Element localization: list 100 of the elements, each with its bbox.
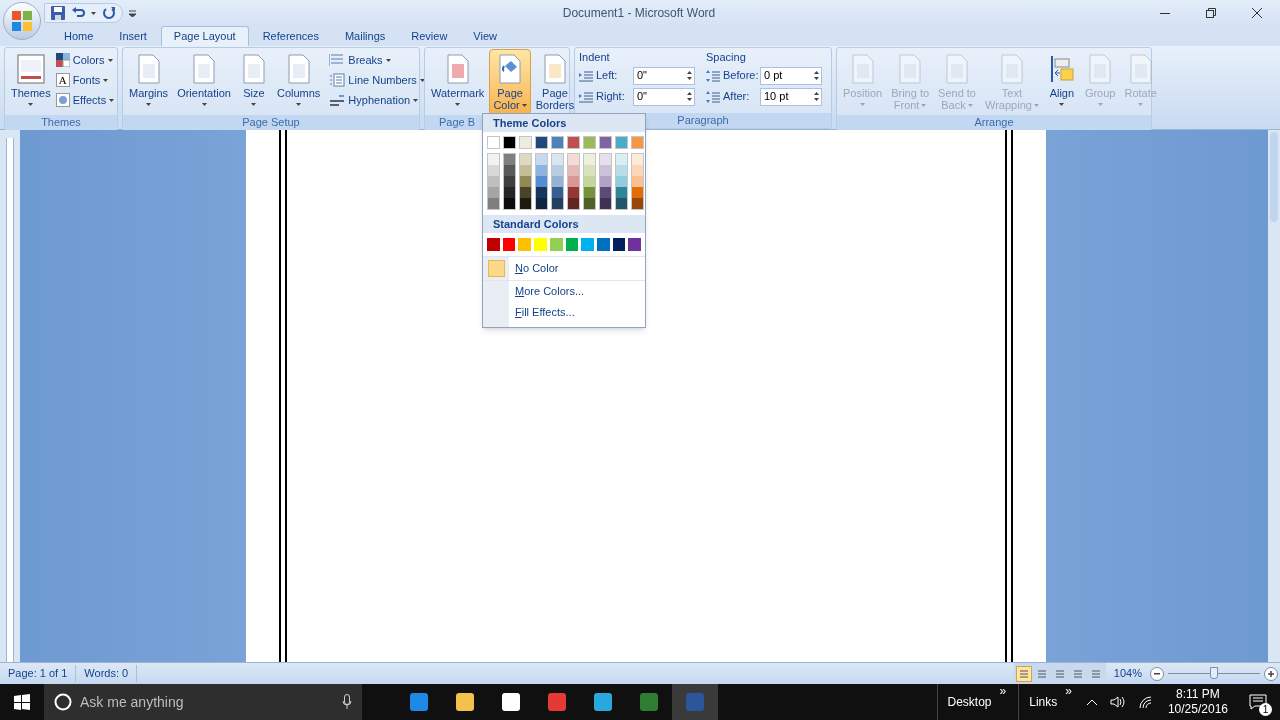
color-swatch[interactable] <box>616 198 627 209</box>
color-swatch[interactable] <box>616 187 627 198</box>
toolbar-chevron[interactable]: » <box>1065 684 1072 698</box>
color-swatch[interactable] <box>536 187 547 198</box>
ribbon-button[interactable]: Page Color <box>489 49 531 115</box>
color-swatch[interactable] <box>600 176 611 187</box>
color-swatch[interactable] <box>504 198 515 209</box>
color-swatch[interactable] <box>599 136 612 149</box>
color-swatch[interactable] <box>568 198 579 209</box>
undo-icon[interactable] <box>71 6 85 20</box>
color-swatch[interactable] <box>552 165 563 176</box>
spinner-icon[interactable] <box>814 70 819 81</box>
zoom-out-button[interactable] <box>1150 666 1164 681</box>
ribbon-button[interactable]: Columns <box>272 49 325 115</box>
color-swatch[interactable] <box>488 154 499 165</box>
color-swatch[interactable] <box>549 238 563 251</box>
color-swatch[interactable] <box>534 238 547 251</box>
color-swatch[interactable] <box>584 154 595 165</box>
ribbon-small-button[interactable]: Effects <box>55 90 115 110</box>
toolbar-label[interactable]: Links <box>1029 684 1058 720</box>
ribbon-button[interactable]: Margins <box>125 49 173 115</box>
ribbon-button[interactable]: Size <box>235 49 272 115</box>
color-swatch[interactable] <box>488 198 499 209</box>
ribbon-small-button[interactable]: A Fonts <box>55 70 115 90</box>
color-swatch[interactable] <box>584 165 595 176</box>
chevron-up-icon[interactable] <box>1085 698 1098 706</box>
color-swatch[interactable] <box>487 238 500 251</box>
color-swatch[interactable] <box>536 154 547 165</box>
wifi-icon[interactable] <box>1137 695 1154 709</box>
spin-field[interactable]: 0" <box>633 87 695 106</box>
zoom-slider-thumb[interactable] <box>1210 667 1218 679</box>
ribbon-small-button[interactable]: Line Numbers <box>329 70 425 90</box>
color-swatch[interactable] <box>568 187 579 198</box>
color-swatch[interactable] <box>536 165 547 176</box>
ribbon-button[interactable]: Align <box>1043 49 1080 115</box>
color-swatch[interactable] <box>628 238 642 251</box>
color-swatch[interactable] <box>568 165 579 176</box>
view-button[interactable] <box>1015 665 1032 682</box>
color-swatch[interactable] <box>504 165 515 176</box>
ribbon-button[interactable]: Orientation <box>173 49 235 115</box>
ribbon-tab[interactable]: Mailings <box>332 26 398 46</box>
toolbar-chevron[interactable]: » <box>999 684 1007 698</box>
color-swatch[interactable] <box>584 176 595 187</box>
color-swatch[interactable] <box>503 136 516 149</box>
color-swatch[interactable] <box>519 136 532 149</box>
menu-item[interactable]: More Colors... <box>515 283 585 300</box>
zoom-in-button[interactable] <box>1264 666 1278 681</box>
color-swatch[interactable] <box>488 165 499 176</box>
redo-icon[interactable] <box>102 6 116 20</box>
color-swatch[interactable] <box>552 198 563 209</box>
color-swatch[interactable] <box>488 176 499 187</box>
ribbon-button[interactable]: Watermark <box>427 49 489 115</box>
color-swatch[interactable] <box>632 165 643 176</box>
color-swatch[interactable] <box>502 238 516 251</box>
spin-field[interactable]: 0" <box>633 66 695 85</box>
color-swatch[interactable] <box>488 187 499 198</box>
ribbon-button[interactable]: Themes <box>7 49 55 115</box>
volume-icon[interactable] <box>1109 695 1126 709</box>
color-swatch[interactable] <box>584 198 595 209</box>
color-swatch[interactable] <box>552 176 563 187</box>
color-swatch[interactable] <box>535 136 548 149</box>
menu-item[interactable]: Fill Effects... <box>515 304 575 321</box>
color-swatch[interactable] <box>584 187 595 198</box>
color-swatch[interactable] <box>632 154 643 165</box>
color-swatch[interactable] <box>568 154 579 165</box>
color-swatch[interactable] <box>567 136 580 149</box>
color-swatch[interactable] <box>583 136 596 149</box>
menu-item[interactable]: No Color <box>515 260 559 277</box>
customize-toolbar-icon[interactable] <box>129 9 136 17</box>
ribbon-small-button[interactable]: Colors <box>55 50 115 70</box>
ribbon-button[interactable]: Page Borders <box>531 49 579 115</box>
ribbon-tab[interactable]: Insert <box>107 26 159 46</box>
color-swatch[interactable] <box>536 176 547 187</box>
color-swatch[interactable] <box>504 154 515 165</box>
search-field[interactable]: Ask me anything <box>44 684 362 720</box>
color-swatch[interactable] <box>536 198 547 209</box>
spinner-icon[interactable] <box>814 91 819 102</box>
color-swatch[interactable] <box>616 154 627 165</box>
color-swatch[interactable] <box>631 136 644 149</box>
ribbon-tab[interactable]: Page Layout <box>160 26 249 46</box>
clock[interactable]: 8:11 PM 10/25/2016 <box>1159 687 1236 717</box>
toolbar-label[interactable]: Desktop <box>947 684 992 720</box>
color-swatch[interactable] <box>616 165 627 176</box>
office-button[interactable] <box>3 2 41 40</box>
save-icon[interactable] <box>51 6 65 20</box>
color-swatch[interactable] <box>632 198 643 209</box>
color-swatch[interactable] <box>616 176 627 187</box>
color-swatch[interactable] <box>518 238 532 251</box>
color-swatch[interactable] <box>600 165 611 176</box>
color-swatch[interactable] <box>632 187 643 198</box>
color-swatch[interactable] <box>487 136 500 149</box>
spinner-icon[interactable] <box>687 91 692 102</box>
color-swatch[interactable] <box>596 238 610 251</box>
color-swatch[interactable] <box>520 154 531 165</box>
spin-field[interactable]: 0 pt <box>760 66 822 85</box>
color-swatch[interactable] <box>520 187 531 198</box>
color-swatch[interactable] <box>632 176 643 187</box>
color-swatch[interactable] <box>568 176 579 187</box>
color-swatch[interactable] <box>504 176 515 187</box>
ribbon-tab[interactable]: Home <box>52 26 106 46</box>
